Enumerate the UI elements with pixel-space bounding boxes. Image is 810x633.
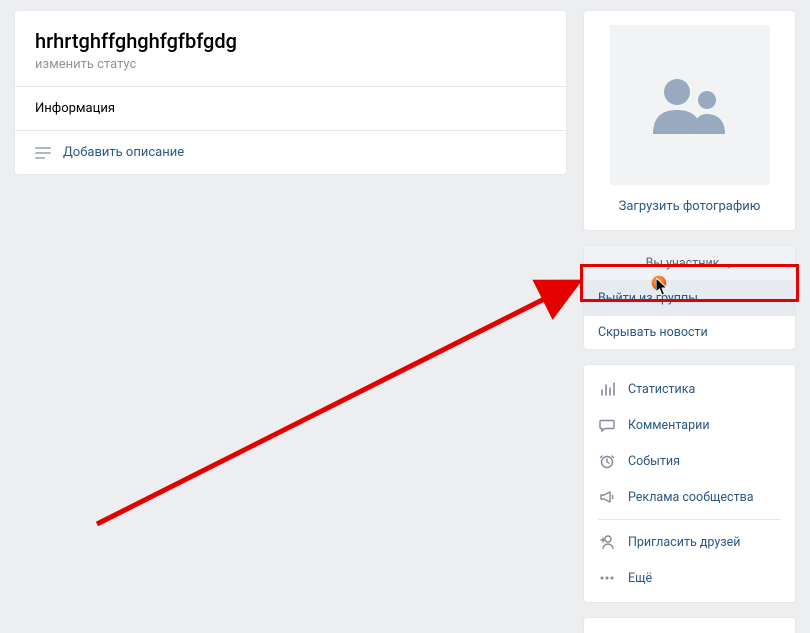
- member-button[interactable]: Вы участник: [584, 246, 795, 281]
- info-header: Информация: [15, 87, 566, 131]
- menu-stats[interactable]: Статистика: [584, 371, 795, 407]
- add-description-row[interactable]: Добавить описание: [15, 131, 566, 174]
- events-icon: [598, 452, 616, 470]
- menu-events-label: События: [628, 454, 680, 469]
- chevron-down-icon: [725, 259, 733, 267]
- menu-separator: [598, 519, 781, 520]
- privacy-card: Это частная группа: [583, 617, 796, 633]
- main-card: hrhrtghffghghfgfbfgdg изменить статус Ин…: [14, 10, 567, 175]
- menu-invite[interactable]: Пригласить друзей: [584, 524, 795, 560]
- photo-card: Загрузить фотографию: [583, 10, 796, 231]
- invite-icon: [598, 533, 616, 551]
- dropdown-leave-group[interactable]: Выйти из группы: [584, 281, 795, 315]
- menu-more[interactable]: Ещё: [584, 560, 795, 596]
- group-photo-placeholder[interactable]: [610, 25, 770, 185]
- group-title: hrhrtghffghghfgfbfgdg: [35, 29, 546, 53]
- menu-comments[interactable]: Комментарии: [584, 407, 795, 443]
- megaphone-icon: [598, 488, 616, 506]
- change-status-link[interactable]: изменить статус: [35, 57, 546, 72]
- menu-comments-label: Комментарии: [628, 418, 710, 433]
- menu-invite-label: Пригласить друзей: [628, 535, 740, 550]
- camera-placeholder-icon: [645, 70, 735, 140]
- description-icon: [35, 145, 51, 160]
- main-header: hrhrtghffghghfgfbfgdg изменить статус: [15, 11, 566, 87]
- member-button-label: Вы участник: [646, 256, 720, 271]
- dropdown-leave-label: Выйти из группы: [598, 291, 698, 306]
- menu-stats-label: Статистика: [628, 382, 695, 397]
- upload-photo-link[interactable]: Загрузить фотографию: [598, 199, 781, 214]
- dropdown-hide-news[interactable]: Скрывать новости: [584, 315, 795, 349]
- menu-more-label: Ещё: [628, 571, 652, 586]
- member-card: Вы участник Выйти из группы Скрывать нов…: [583, 245, 796, 350]
- stats-icon: [598, 380, 616, 398]
- comments-icon: [598, 416, 616, 434]
- dropdown-hide-news-label: Скрывать новости: [598, 325, 708, 340]
- menu-card: Статистика Комментарии События Реклама с…: [583, 364, 796, 603]
- sidebar: Загрузить фотографию Вы участник Выйти и…: [583, 10, 796, 633]
- menu-ads[interactable]: Реклама сообщества: [584, 479, 795, 515]
- more-icon: [598, 569, 616, 587]
- add-description-link[interactable]: Добавить описание: [63, 145, 184, 160]
- menu-events[interactable]: События: [584, 443, 795, 479]
- menu-ads-label: Реклама сообщества: [628, 490, 754, 505]
